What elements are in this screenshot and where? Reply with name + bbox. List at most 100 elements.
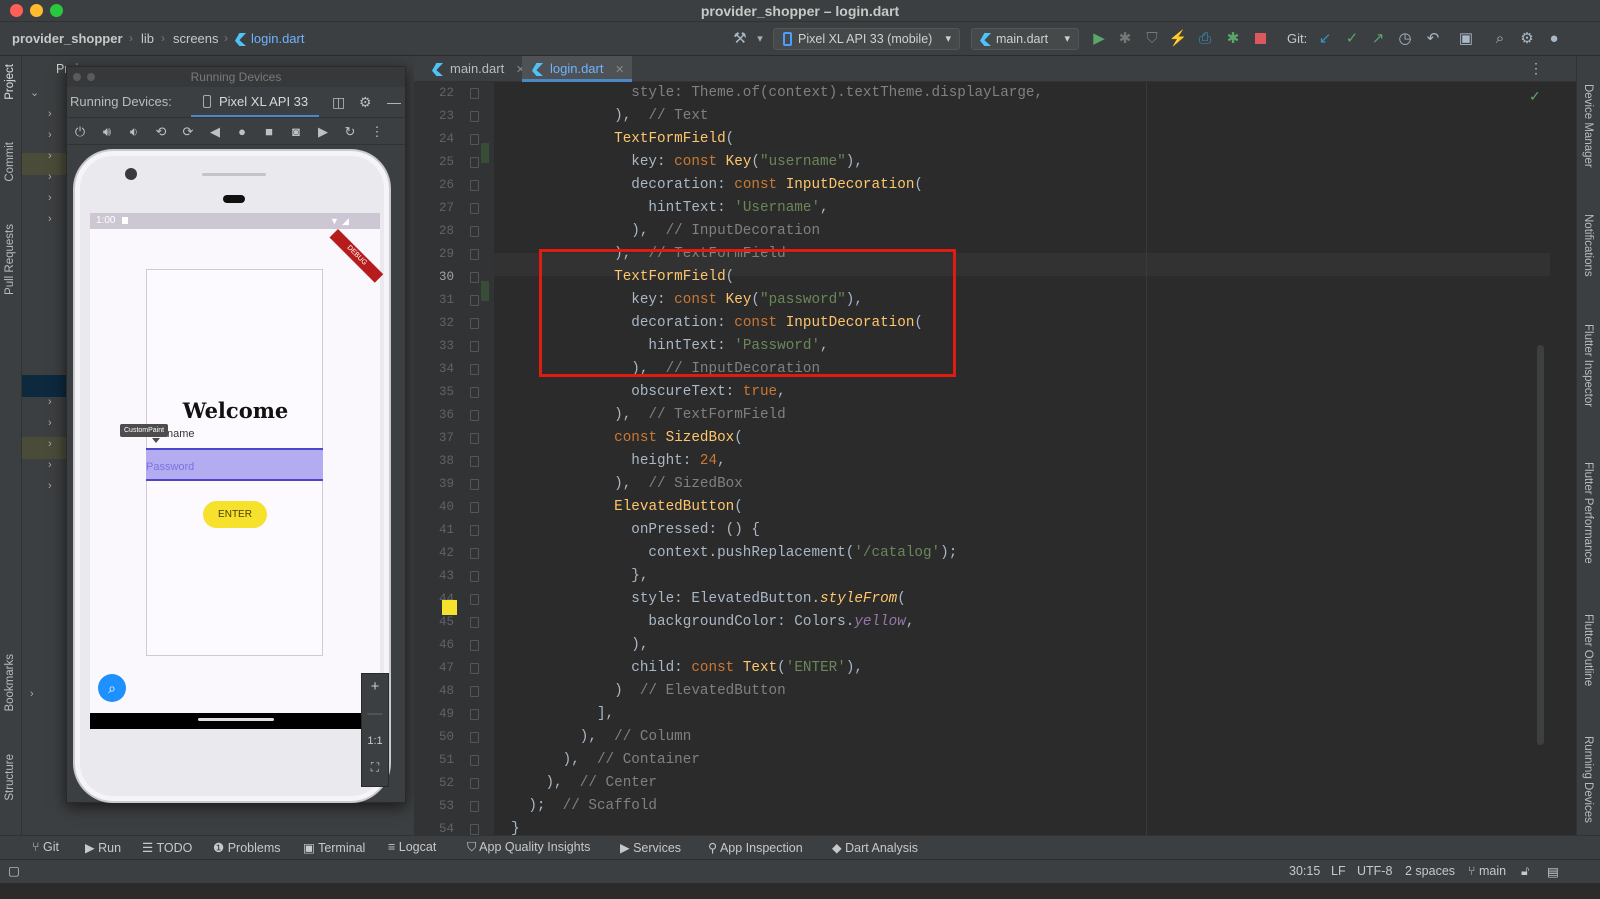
tool-commit[interactable]: Commit [4,142,16,182]
fold-marker[interactable] [470,317,479,329]
lock-icon[interactable]: 🔓︎ [1521,864,1529,879]
fold-marker[interactable] [470,248,479,260]
hide-icon[interactable]: — [387,87,401,117]
fold-marker[interactable] [470,156,479,168]
volume-up-icon[interactable]: 🔊︎ [97,123,117,141]
breadcrumb-lib[interactable]: lib [141,31,154,46]
tool-terminal[interactable]: ▣ Terminal [303,840,365,855]
tool-run[interactable]: ▶ Run [85,840,121,855]
fold-marker[interactable] [470,179,479,191]
rotate-right-icon[interactable]: ⟳ [178,123,198,141]
inspection-ok-icon[interactable]: ✓ [1529,88,1541,105]
hot-reload-icon[interactable]: ⚡ [1168,30,1188,48]
history-icon[interactable]: ◷ [1395,30,1415,48]
tool-logcat[interactable]: ≡ Logcat [388,840,436,854]
tab-login-dart[interactable]: login.dart ✕ [522,56,633,82]
fold-marker[interactable] [470,777,479,789]
power-icon[interactable]: ⏻ [70,123,90,141]
fold-marker[interactable] [470,87,479,99]
fold-marker[interactable] [470,133,479,145]
home-indicator[interactable] [198,718,274,721]
debug-icon[interactable]: ✱ [1115,30,1135,48]
fold-marker[interactable] [470,570,479,582]
phone-screen[interactable]: 1:00 ▼ ◢ DEBUG Welcome name Password ENT… [90,213,384,729]
git-commit-icon[interactable]: ✓ [1342,30,1362,48]
chevron-down-icon[interactable]: ⌄ [30,86,39,99]
close-tab-icon[interactable]: ✕ [615,64,624,76]
search-icon[interactable]: ⌕ [1490,30,1510,48]
rotate-left-icon[interactable]: ⟲ [151,123,171,141]
fold-marker[interactable] [470,202,479,214]
chevron-right-icon[interactable]: › [48,150,52,162]
layout-icon[interactable]: ◫ [332,87,345,117]
inspector-search-button[interactable]: ⌕ [98,674,126,702]
hot-restart-icon[interactable]: ⎙ [1195,30,1215,48]
more-icon[interactable]: ⋮ [367,123,387,141]
fold-marker[interactable] [470,478,479,490]
tool-todo[interactable]: ☰ TODO [142,840,192,855]
tool-problems[interactable]: ❶ Problems [213,840,280,855]
fold-marker[interactable] [470,547,479,559]
tool-app-inspection[interactable]: ⚲ App Inspection [708,840,803,855]
tool-notifications[interactable]: Notifications [1582,214,1594,277]
gear-icon[interactable]: ⚙ [359,87,372,117]
editor-scrollbar[interactable] [1537,345,1544,745]
breadcrumb-screens[interactable]: screens [173,31,219,46]
zoom-fit-icon[interactable]: ⛶ [362,754,388,780]
record-icon[interactable]: ▶ [313,123,333,141]
chevron-right-icon[interactable]: › [48,213,52,225]
fold-marker[interactable] [470,110,479,122]
tool-services[interactable]: ▶ Services [620,840,681,855]
breadcrumb-project[interactable]: provider_shopper [12,31,123,46]
tool-git[interactable]: ⑂ Git [32,840,59,854]
tree-row-selected[interactable] [22,437,66,459]
device-tab[interactable]: Pixel XL API 33 [219,87,308,117]
chevron-right-icon[interactable]: › [48,108,52,120]
tool-project[interactable]: Project [4,64,16,100]
run-icon[interactable]: ▶ [1089,30,1109,48]
password-field[interactable]: Password [146,448,323,481]
fold-marker[interactable] [470,340,479,352]
hammer-icon[interactable]: ⚒ [730,30,750,48]
caret-position[interactable]: 30:15 [1289,864,1320,878]
run-config-selector[interactable]: main.dart ▾ [971,28,1079,50]
fold-marker[interactable] [470,225,479,237]
file-encoding[interactable]: UTF-8 [1357,864,1392,878]
tool-flutter-outline[interactable]: Flutter Outline [1582,614,1594,686]
volume-down-icon[interactable]: 🔉︎ [124,123,144,141]
device-manager-icon[interactable]: ▣ [1456,30,1476,48]
minimize-window-button[interactable] [87,73,95,81]
git-branch[interactable]: ⑂ main [1468,864,1506,878]
tool-bookmarks[interactable]: Bookmarks [4,654,16,712]
code-editor[interactable]: style: Theme.of(context).textTheme.displ… [494,82,1544,856]
overview-icon[interactable]: ■ [259,123,279,141]
tool-running-devices[interactable]: Running Devices [1582,736,1594,823]
tool-dart-analysis[interactable]: ◆ Dart Analysis [832,840,918,855]
fold-marker[interactable] [470,800,479,812]
fold-marker[interactable] [470,593,479,605]
fold-marker[interactable] [470,524,479,536]
zoom-actual-button[interactable]: 1:1 [362,728,388,754]
color-swatch-yellow[interactable] [442,600,457,615]
reset-icon[interactable]: ↻ [340,123,360,141]
zoom-out-button[interactable]: — [362,701,388,727]
back-icon[interactable]: ◀ [205,123,225,141]
fold-marker[interactable] [470,501,479,513]
chevron-right-icon[interactable]: › [48,396,52,408]
account-icon[interactable]: ● [1544,30,1564,48]
fold-marker[interactable] [470,386,479,398]
breadcrumb-file[interactable]: login.dart [251,31,304,46]
fold-marker[interactable] [470,616,479,628]
chevron-right-icon[interactable]: › [48,438,52,450]
tool-device-manager[interactable]: Device Manager [1582,84,1594,168]
fold-marker[interactable] [470,409,479,421]
fold-marker[interactable] [470,685,479,697]
tool-pull-requests[interactable]: Pull Requests [4,224,16,295]
coverage-icon[interactable]: ⛉ [1142,30,1162,48]
chevron-right-icon[interactable]: › [48,192,52,204]
more-tabs-icon[interactable]: ⋮ [1529,60,1543,77]
line-separator[interactable]: LF [1331,864,1346,878]
settings-icon[interactable]: ⚙ [1517,30,1537,48]
toggle-tool-windows-icon[interactable]: ▢ [8,863,20,878]
fold-marker[interactable] [470,639,479,651]
